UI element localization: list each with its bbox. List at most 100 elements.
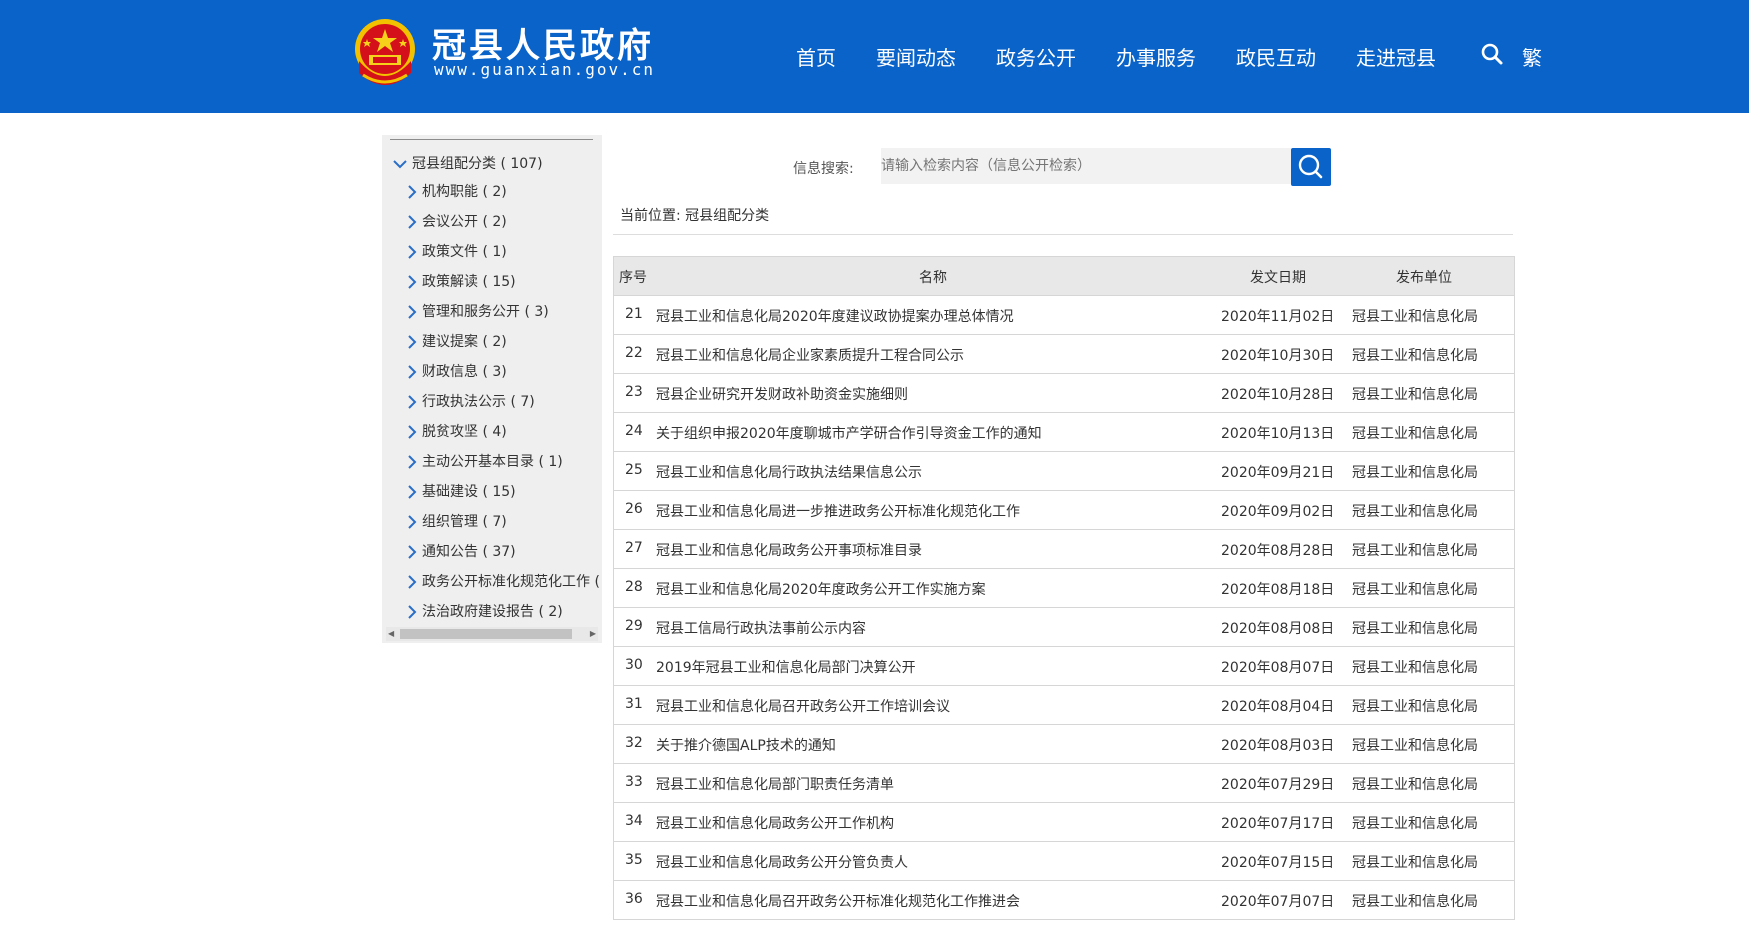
table-row[interactable]: 27 冠县工业和信息化局政务公开事项标准目录 2020年08月28日 冠县工业和信息化… xyxy=(614,530,1514,569)
row-title-link[interactable]: 关于组织申报2020年度聊城市产学研合作引导资金工作的通知 xyxy=(656,423,1042,443)
chevron-right-icon xyxy=(408,485,417,499)
chevron-right-icon xyxy=(408,335,417,349)
tree-item[interactable]: 建议提案 ( 2) xyxy=(406,331,602,353)
table-row[interactable]: 36 冠县工业和信息化局召开政务公开标准化规范化工作推进会 2020年07月07日 冠… xyxy=(614,881,1514,920)
row-title-link[interactable]: 冠县工业和信息化局政务公开工作机构 xyxy=(656,813,894,833)
table-row[interactable]: 24 关于组织申报2020年度聊城市产学研合作引导资金工作的通知 2020年10月1… xyxy=(614,413,1514,452)
row-index: 35 xyxy=(625,852,643,868)
table-row[interactable]: 23 冠县企业研究开发财政补助资金实施细则 2020年10月28日 冠县工业和信息化局 xyxy=(614,374,1514,413)
scrollbar-thumb[interactable] xyxy=(400,629,572,639)
chevron-right-icon xyxy=(408,185,417,199)
tree-item[interactable]: 法治政府建设报告 ( 2) xyxy=(406,601,602,623)
row-publisher: 冠县工业和信息化局 xyxy=(1352,699,1478,715)
nav-about[interactable]: 走进冠县 xyxy=(1356,42,1436,71)
row-title-link[interactable]: 冠县工业和信息化局2020年度政务公开工作实施方案 xyxy=(656,579,986,599)
tree-item-label: 组织管理 ( 7) xyxy=(422,514,507,530)
table-row[interactable]: 30 2019年冠县工业和信息化局部门决算公开 2020年08月07日 冠县工业和信息… xyxy=(614,647,1514,686)
chevron-right-icon xyxy=(408,365,417,379)
nav-services[interactable]: 办事服务 xyxy=(1116,42,1196,71)
search-button[interactable] xyxy=(1291,148,1331,186)
tree-item-label: 通知公告 ( 37) xyxy=(422,544,516,560)
table-row[interactable]: 25 冠县工业和信息化局行政执法结果信息公示 2020年09月21日 冠县工业和信息化… xyxy=(614,452,1514,491)
tree-item[interactable]: 主动公开基本目录 ( 1) xyxy=(406,451,602,473)
row-publisher: 冠县工业和信息化局 xyxy=(1352,777,1478,793)
header-publisher: 发布单位 xyxy=(1396,270,1452,286)
row-index: 25 xyxy=(625,462,643,478)
table-row[interactable]: 26 冠县工业和信息化局进一步推进政务公开标准化规范化工作 2020年09月02日 冠… xyxy=(614,491,1514,530)
row-title-link[interactable]: 冠县工信局行政执法事前公示内容 xyxy=(656,618,866,638)
row-publisher: 冠县工业和信息化局 xyxy=(1352,543,1478,559)
table-row[interactable]: 32 关于推介德国ALP技术的通知 2020年08月03日 冠县工业和信息化局 xyxy=(614,725,1514,764)
nav-interaction[interactable]: 政民互动 xyxy=(1236,42,1316,71)
tree-item[interactable]: 机构职能 ( 2) xyxy=(406,181,602,203)
table-row[interactable]: 34 冠县工业和信息化局政务公开工作机构 2020年07月17日 冠县工业和信息化局 xyxy=(614,803,1514,842)
row-title-link[interactable]: 2019年冠县工业和信息化局部门决算公开 xyxy=(656,657,916,677)
row-title-link[interactable]: 冠县工业和信息化局部门职责任务清单 xyxy=(656,774,894,794)
nav-government-affairs[interactable]: 政务公开 xyxy=(996,42,1076,71)
row-title-link[interactable]: 冠县工业和信息化局政务公开事项标准目录 xyxy=(656,540,922,560)
tree-item[interactable]: 通知公告 ( 37) xyxy=(406,541,602,563)
row-date: 2020年07月07日 xyxy=(1221,894,1335,910)
row-date: 2020年10月28日 xyxy=(1221,387,1335,403)
row-date: 2020年07月29日 xyxy=(1221,777,1335,793)
row-title-link[interactable]: 冠县工业和信息化局召开政务公开工作培训会议 xyxy=(656,696,950,716)
row-title-link[interactable]: 冠县工业和信息化局召开政务公开标准化规范化工作推进会 xyxy=(656,891,1020,911)
row-index: 32 xyxy=(625,735,643,751)
table-row[interactable]: 22 冠县工业和信息化局企业家素质提升工程合同公示 2020年10月30日 冠县工业和… xyxy=(614,335,1514,374)
table-row[interactable]: 33 冠县工业和信息化局部门职责任务清单 2020年07月29日 冠县工业和信息化局 xyxy=(614,764,1514,803)
tree-root-category[interactable]: 冠县组配分类 ( 107) xyxy=(392,153,543,175)
table-row[interactable]: 29 冠县工信局行政执法事前公示内容 2020年08月08日 冠县工业和信息化局 xyxy=(614,608,1514,647)
breadcrumb: 当前位置: 冠县组配分类 xyxy=(620,208,770,224)
tree-divider xyxy=(390,139,593,140)
search-label: 信息搜索: xyxy=(793,161,854,177)
table-row[interactable]: 31 冠县工业和信息化局召开政务公开工作培训会议 2020年08月04日 冠县工业和信… xyxy=(614,686,1514,725)
tree-item[interactable]: 财政信息 ( 3) xyxy=(406,361,602,383)
row-index: 30 xyxy=(625,657,643,673)
table-row[interactable]: 28 冠县工业和信息化局2020年度政务公开工作实施方案 2020年08月18日 冠县… xyxy=(614,569,1514,608)
row-date: 2020年09月21日 xyxy=(1221,465,1335,481)
tree-item[interactable]: 政策解读 ( 15) xyxy=(406,271,602,293)
row-index: 26 xyxy=(625,501,643,517)
traditional-chinese-toggle[interactable]: 繁 xyxy=(1522,42,1542,71)
national-emblem-logo xyxy=(355,19,415,85)
table-row[interactable]: 35 冠县工业和信息化局政务公开分管负责人 2020年07月15日 冠县工业和信息化局 xyxy=(614,842,1514,881)
tree-item[interactable]: 政策文件 ( 1) xyxy=(406,241,602,263)
tree-item[interactable]: 行政执法公示 ( 7) xyxy=(406,391,602,413)
tree-item-label: 管理和服务公开 ( 3) xyxy=(422,304,549,320)
row-index: 23 xyxy=(625,384,643,400)
nav-news[interactable]: 要闻动态 xyxy=(876,42,956,71)
row-publisher: 冠县工业和信息化局 xyxy=(1352,348,1478,364)
search-icon[interactable] xyxy=(1480,42,1504,66)
scroll-left-icon[interactable]: ◀ xyxy=(388,629,394,638)
nav-home[interactable]: 首页 xyxy=(796,42,836,71)
row-index: 34 xyxy=(625,813,643,829)
row-title-link[interactable]: 冠县工业和信息化局政务公开分管负责人 xyxy=(656,852,908,872)
row-publisher: 冠县工业和信息化局 xyxy=(1352,387,1478,403)
search-input[interactable] xyxy=(881,148,1291,184)
category-tree: 冠县组配分类 ( 107) 机构职能 ( 2) 会议公开 ( 2) 政策文件 ( 1… xyxy=(382,135,602,643)
row-publisher: 冠县工业和信息化局 xyxy=(1352,426,1478,442)
tree-item[interactable]: 组织管理 ( 7) xyxy=(406,511,602,533)
scroll-right-icon[interactable]: ▶ xyxy=(590,629,596,638)
row-date: 2020年10月13日 xyxy=(1221,426,1335,442)
row-date: 2020年09月02日 xyxy=(1221,504,1335,520)
row-title-link[interactable]: 冠县工业和信息化局进一步推进政务公开标准化规范化工作 xyxy=(656,501,1020,521)
row-title-link[interactable]: 冠县工业和信息化局企业家素质提升工程合同公示 xyxy=(656,345,964,365)
breadcrumb-divider xyxy=(613,234,1513,235)
row-publisher: 冠县工业和信息化局 xyxy=(1352,738,1478,754)
tree-item[interactable]: 基础建设 ( 15) xyxy=(406,481,602,503)
row-title-link[interactable]: 冠县工业和信息化局2020年度建议政协提案办理总体情况 xyxy=(656,306,1014,326)
tree-item[interactable]: 脱贫攻坚 ( 4) xyxy=(406,421,602,443)
row-date: 2020年07月17日 xyxy=(1221,816,1335,832)
tree-item-label: 主动公开基本目录 ( 1) xyxy=(422,454,563,470)
row-title-link[interactable]: 关于推介德国ALP技术的通知 xyxy=(656,735,836,755)
tree-item[interactable]: 会议公开 ( 2) xyxy=(406,211,602,233)
row-title-link[interactable]: 冠县工业和信息化局行政执法结果信息公示 xyxy=(656,462,922,482)
table-row[interactable]: 21 冠县工业和信息化局2020年度建议政协提案办理总体情况 2020年11月02日… xyxy=(614,296,1514,335)
row-title-link[interactable]: 冠县企业研究开发财政补助资金实施细则 xyxy=(656,384,908,404)
chevron-right-icon xyxy=(408,545,417,559)
horizontal-scrollbar[interactable]: ◀ ▶ xyxy=(386,627,598,641)
tree-item[interactable]: 管理和服务公开 ( 3) xyxy=(406,301,602,323)
header-name: 名称 xyxy=(919,270,947,286)
tree-item[interactable]: 政务公开标准化规范化工作 ( xyxy=(406,571,602,593)
